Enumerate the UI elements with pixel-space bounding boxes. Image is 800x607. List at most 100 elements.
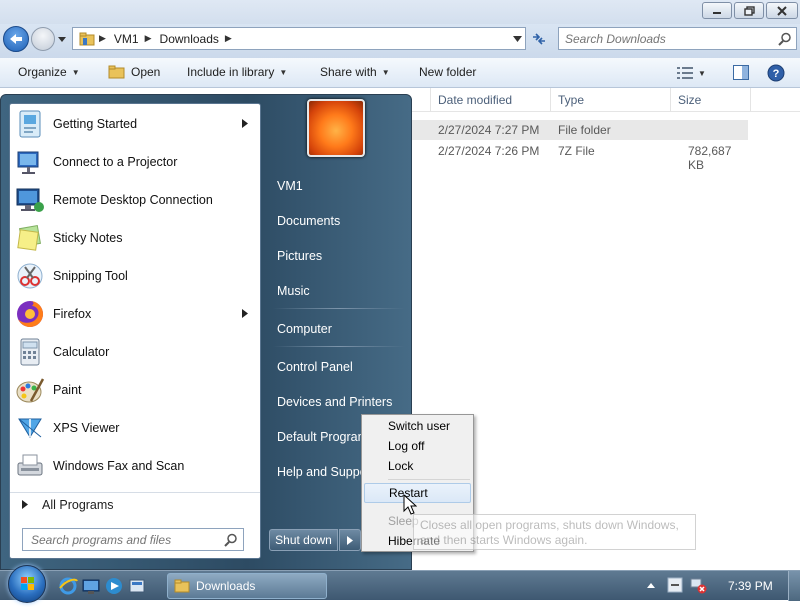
link-documents[interactable]: Documents <box>269 206 409 236</box>
column-date-modified[interactable]: Date modified <box>438 93 512 107</box>
program-getting-started[interactable]: Getting Started <box>10 106 260 142</box>
file-type: File folder <box>558 123 611 137</box>
menu-item-switch-user[interactable]: Switch user <box>364 416 471 436</box>
minimize-icon <box>713 11 721 14</box>
organize-label: Organize <box>18 65 67 79</box>
action-center-icon[interactable] <box>666 576 686 596</box>
new-folder-button[interactable]: New folder <box>419 65 476 79</box>
program-xps-viewer[interactable]: XPS Viewer <box>10 410 260 446</box>
breadcrumb-separator: ▶ <box>99 33 106 43</box>
view-options-button[interactable]: ▼ <box>677 67 706 79</box>
program-label: Getting Started <box>53 117 138 131</box>
search-icon[interactable] <box>224 533 238 547</box>
program-firefox[interactable]: Firefox <box>10 296 260 332</box>
system-clock[interactable]: 7:39 PM <box>728 579 773 593</box>
media-player-icon[interactable] <box>104 576 124 596</box>
file-size: 782,687 KB <box>688 144 732 172</box>
include-in-library-menu[interactable]: Include in library ▼ <box>187 65 287 79</box>
shut-down-options-button[interactable] <box>339 529 361 551</box>
share-with-menu[interactable]: Share with ▼ <box>320 65 390 79</box>
file-row[interactable]: 2/27/2024 7:27 PM File folder <box>408 120 748 140</box>
minimize-button[interactable] <box>702 2 732 19</box>
program-connect-to-projector[interactable]: Connect to a Projector <box>10 144 260 180</box>
menu-item-lock[interactable]: Lock <box>364 456 471 476</box>
calculator-icon <box>14 336 46 368</box>
fax-scan-icon <box>14 450 46 482</box>
all-programs-button[interactable]: All Programs <box>10 492 260 516</box>
user-picture[interactable] <box>307 99 365 157</box>
view-details-icon <box>677 67 693 79</box>
internet-explorer-icon[interactable] <box>58 576 78 596</box>
program-sticky-notes[interactable]: Sticky Notes <box>10 220 260 256</box>
snipping-tool-icon <box>14 260 46 292</box>
link-control-panel[interactable]: Control Panel <box>269 352 409 382</box>
start-search-input[interactable] <box>23 529 213 550</box>
title-bar[interactable] <box>0 0 800 24</box>
start-button[interactable] <box>8 565 46 603</box>
back-button[interactable] <box>3 26 29 52</box>
start-menu-programs-pane: Getting Started Connect to a Projector R… <box>9 103 261 559</box>
command-bar: Organize ▼ Open Include in library ▼ Share… <box>0 58 800 88</box>
shut-down-button[interactable]: Shut down <box>269 529 338 551</box>
program-fax-and-scan[interactable]: Windows Fax and Scan <box>10 448 260 484</box>
address-bar[interactable]: ▶ VM1 ▶ Downloads ▶ <box>72 27 526 50</box>
help-icon[interactable]: ? <box>767 64 785 82</box>
windows-logo-icon <box>21 577 34 590</box>
breadcrumb-separator[interactable]: ▶ <box>145 33 152 44</box>
firefox-icon <box>14 298 46 330</box>
search-icon[interactable] <box>778 32 792 46</box>
open-button[interactable]: Open <box>108 65 160 79</box>
chevron-right-icon <box>242 309 248 318</box>
show-desktop-button[interactable] <box>788 571 800 601</box>
sticky-notes-icon <box>14 222 46 254</box>
forward-button[interactable] <box>31 27 55 51</box>
show-hidden-icons-icon[interactable] <box>646 581 656 589</box>
program-label: Snipping Tool <box>53 269 128 283</box>
chevron-right-icon <box>347 535 353 545</box>
explorer-search-input[interactable] <box>559 28 759 49</box>
network-disconnected-icon[interactable] <box>689 576 709 596</box>
refresh-icon <box>533 32 545 45</box>
svg-text:?: ? <box>773 68 780 80</box>
all-programs-label: All Programs <box>42 497 114 512</box>
taskbar-button-label: Downloads <box>196 579 256 593</box>
remote-desktop-icon <box>14 184 46 216</box>
link-user-folder[interactable]: VM1 <box>269 171 409 201</box>
preview-pane-icon[interactable] <box>733 65 749 80</box>
recent-pages-dropdown-icon[interactable] <box>57 34 67 44</box>
column-size[interactable]: Size <box>678 93 701 107</box>
taskbar-downloads-button[interactable]: Downloads <box>167 573 327 599</box>
show-desktop-icon[interactable] <box>127 576 147 596</box>
close-button[interactable] <box>766 2 798 19</box>
program-calculator[interactable]: Calculator <box>10 334 260 370</box>
link-devices-and-printers[interactable]: Devices and Printers <box>269 387 409 417</box>
breadcrumb-separator[interactable]: ▶ <box>225 33 232 44</box>
program-remote-desktop[interactable]: Remote Desktop Connection <box>10 182 260 218</box>
link-music[interactable]: Music <box>269 276 409 306</box>
chevron-down-icon: ▼ <box>698 68 706 78</box>
navigation-bar: ▶ VM1 ▶ Downloads ▶ <box>0 24 800 58</box>
column-type[interactable]: Type <box>558 93 584 107</box>
explorer-icon[interactable] <box>81 576 101 596</box>
program-paint[interactable]: Paint <box>10 372 260 408</box>
organize-menu[interactable]: Organize ▼ <box>18 65 80 79</box>
menu-item-restart[interactable]: Restart <box>364 483 471 503</box>
restore-button[interactable] <box>734 2 764 19</box>
xps-viewer-icon <box>14 412 46 444</box>
column-divider <box>550 88 551 112</box>
address-dropdown-icon[interactable] <box>513 35 522 43</box>
program-label: Sticky Notes <box>53 231 123 245</box>
refresh-button[interactable] <box>528 27 550 50</box>
open-folder-icon <box>108 65 125 79</box>
file-row[interactable]: 2/27/2024 7:26 PM 7Z File 782,687 KB <box>408 141 748 172</box>
link-computer[interactable]: Computer <box>269 314 409 344</box>
breadcrumb-downloads[interactable]: Downloads <box>160 32 219 46</box>
link-pictures[interactable]: Pictures <box>269 241 409 271</box>
breadcrumb-vm1[interactable]: VM1 <box>114 32 139 46</box>
start-search-box[interactable] <box>22 528 244 551</box>
program-label: Connect to a Projector <box>53 155 178 169</box>
menu-item-log-off[interactable]: Log off <box>364 436 471 456</box>
explorer-search-box[interactable] <box>558 27 797 50</box>
program-snipping-tool[interactable]: Snipping Tool <box>10 258 260 294</box>
separator <box>273 308 405 309</box>
